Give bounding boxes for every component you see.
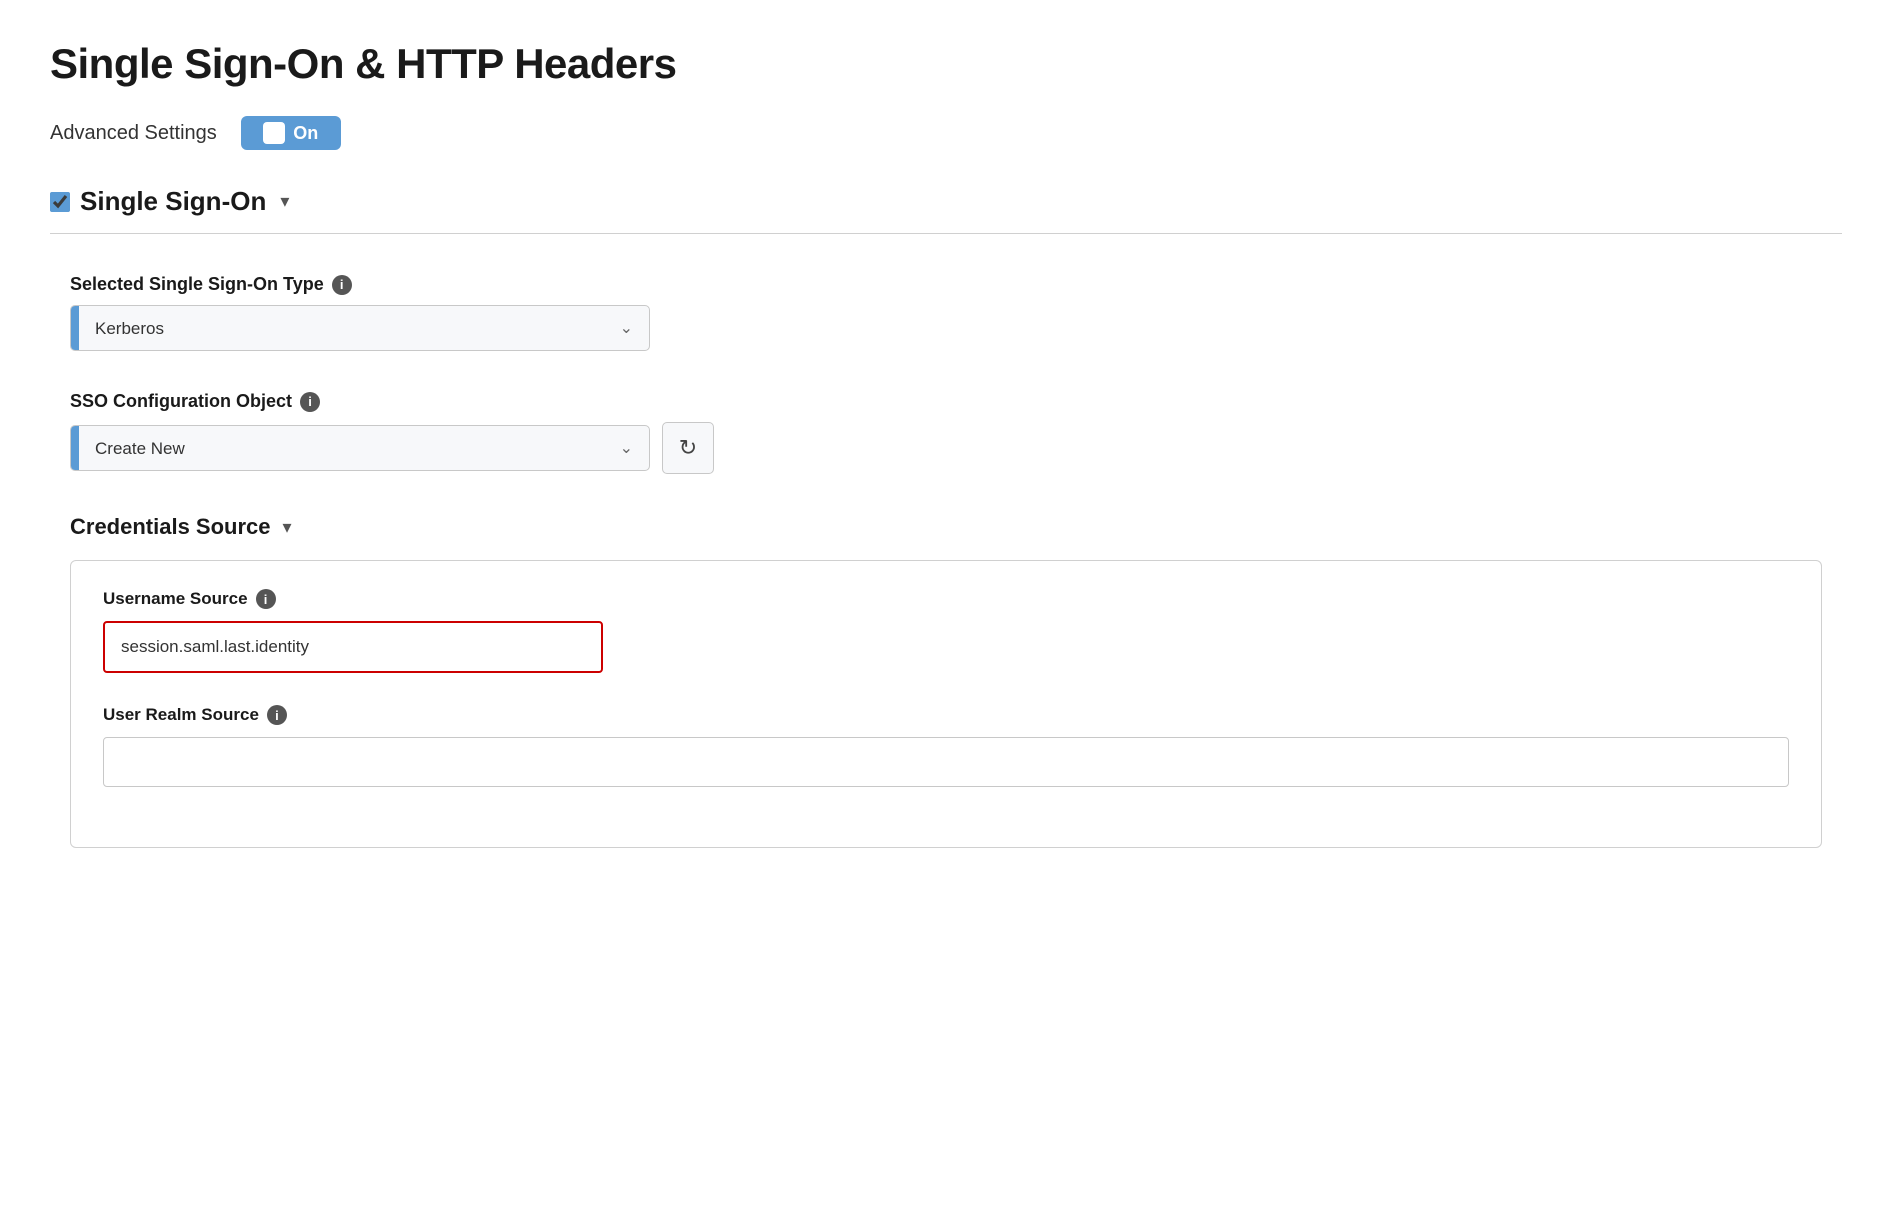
- sso-type-info-icon[interactable]: i: [332, 275, 352, 295]
- advanced-settings-label: Advanced Settings: [50, 122, 217, 145]
- credentials-header: Credentials Source ▾: [70, 514, 1822, 540]
- sso-config-info-icon[interactable]: i: [300, 392, 320, 412]
- toggle-label: On: [293, 123, 318, 144]
- sso-type-label: Selected Single Sign-On Type i: [70, 274, 1822, 295]
- sso-type-label-text: Selected Single Sign-On Type: [70, 274, 324, 295]
- sso-type-select-bar: [71, 306, 79, 350]
- user-realm-source-input[interactable]: [103, 737, 1789, 787]
- user-realm-source-info-icon[interactable]: i: [267, 705, 287, 725]
- credentials-title: Credentials Source: [70, 514, 271, 540]
- sso-section-content: Selected Single Sign-On Type i Kerberos …: [50, 234, 1842, 878]
- username-source-info-icon[interactable]: i: [256, 589, 276, 609]
- sso-config-select-bar: [71, 426, 79, 470]
- user-realm-source-group: User Realm Source i: [103, 705, 1789, 787]
- sso-config-label-text: SSO Configuration Object: [70, 391, 292, 412]
- sso-section-chevron-icon[interactable]: ▾: [280, 191, 289, 212]
- sso-type-select[interactable]: Kerberos NTLM Basic None: [95, 319, 620, 338]
- sso-checkbox[interactable]: [50, 192, 70, 212]
- sso-type-select-field[interactable]: Kerberos NTLM Basic None ⌄: [79, 306, 649, 350]
- page-title: Single Sign-On & HTTP Headers: [50, 40, 1842, 88]
- credentials-box: Username Source i User Realm Source i: [70, 560, 1822, 848]
- credentials-chevron-icon[interactable]: ▾: [283, 517, 292, 538]
- sso-config-row: Create New ⌄ ↻: [70, 422, 1822, 474]
- advanced-settings-toggle[interactable]: On: [241, 116, 341, 150]
- sso-config-chevron-icon: ⌄: [620, 438, 633, 458]
- sso-type-field-group: Selected Single Sign-On Type i Kerberos …: [70, 274, 1822, 351]
- credentials-source-section: Credentials Source ▾ Username Source i U…: [70, 514, 1822, 848]
- sso-type-select-wrapper[interactable]: Kerberos NTLM Basic None ⌄: [70, 305, 650, 351]
- sso-config-select[interactable]: Create New: [95, 439, 620, 458]
- sso-config-select-wrapper[interactable]: Create New ⌄: [70, 425, 650, 471]
- sso-config-label: SSO Configuration Object i: [70, 391, 1822, 412]
- username-source-group: Username Source i: [103, 589, 1789, 673]
- username-source-input[interactable]: [105, 623, 601, 671]
- username-source-label-text: Username Source: [103, 589, 248, 609]
- user-realm-source-label-text: User Realm Source: [103, 705, 259, 725]
- sso-section-title: Single Sign-On: [80, 186, 266, 217]
- sso-section-header: Single Sign-On ▾: [50, 186, 1842, 234]
- toggle-handle: [263, 122, 285, 144]
- username-source-label: Username Source i: [103, 589, 1789, 609]
- sso-config-field-group: SSO Configuration Object i Create New ⌄ …: [70, 391, 1822, 474]
- username-source-input-wrapper: [103, 621, 603, 673]
- advanced-settings-row: Advanced Settings On: [50, 116, 1842, 150]
- sso-type-chevron-icon: ⌄: [620, 318, 633, 338]
- user-realm-source-label: User Realm Source i: [103, 705, 1789, 725]
- sso-config-refresh-button[interactable]: ↻: [662, 422, 714, 474]
- sso-config-select-field[interactable]: Create New ⌄: [79, 426, 649, 470]
